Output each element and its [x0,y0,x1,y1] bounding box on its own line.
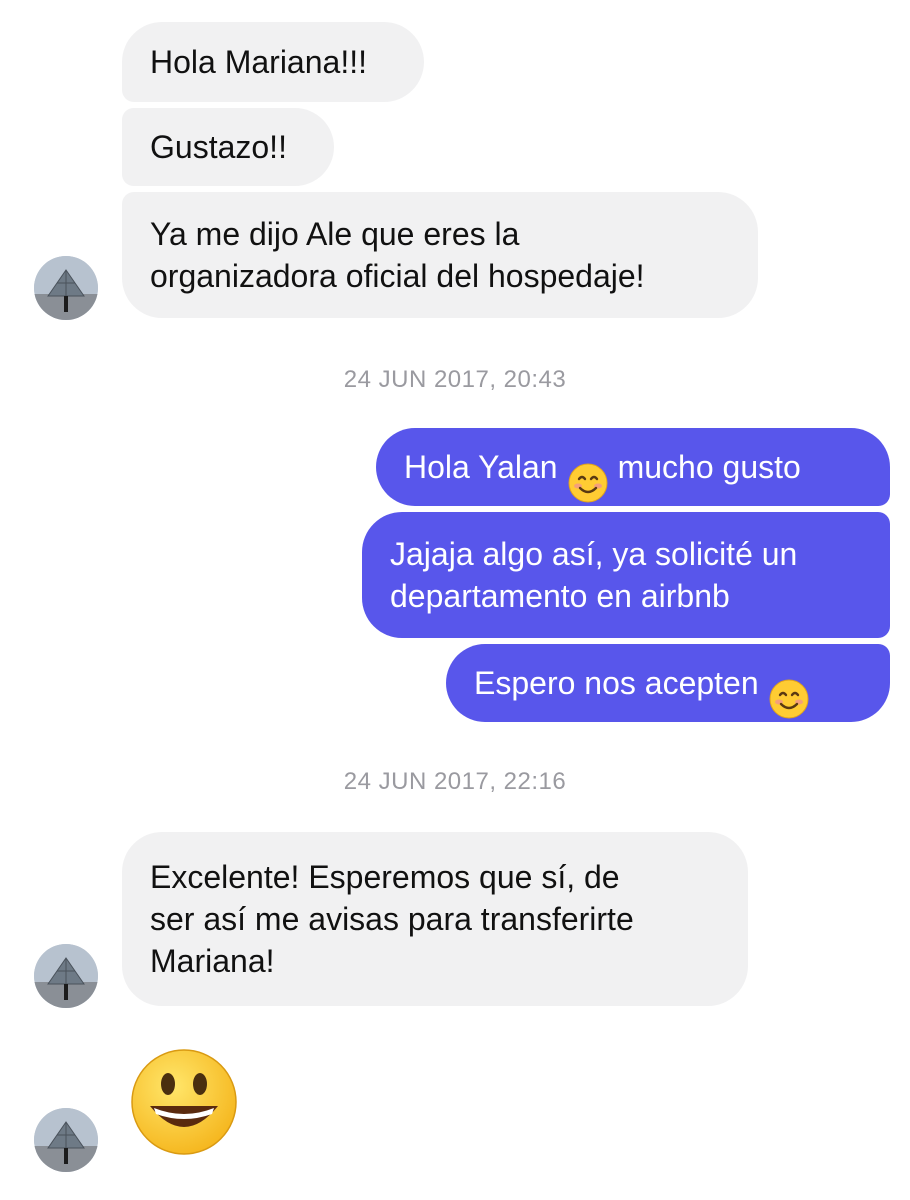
smiling-face-icon [769,637,809,729]
message-bubble-incoming[interactable]: Ya me dijo Ale que eres la organizadora … [122,192,758,318]
message-text: Ya me dijo Ale que eres la organizadora … [150,216,645,294]
message-bubble-outgoing[interactable]: Hola Yalan mucho gusto [376,428,890,506]
timestamp: 24 JUN 2017, 20:43 [343,366,567,393]
message-text: Jajaja algo así, ya solicité un departam… [390,536,798,614]
message-text: Hola Mariana!!! [150,44,367,80]
message-text: Hola Yalan [404,449,558,485]
message-bubble-outgoing[interactable]: Espero nos acepten [446,644,890,722]
avatar[interactable] [34,944,98,1008]
message-text: Excelente! Esperemos que sí, de ser así … [150,859,634,979]
message-text: Gustazo!! [150,129,287,165]
avatar[interactable] [34,1108,98,1172]
message-bubble-outgoing[interactable]: Jajaja algo así, ya solicité un departam… [362,512,890,638]
avatar[interactable] [34,256,98,320]
message-bubble-incoming[interactable]: Hola Mariana!!! [122,22,424,102]
grinning-face-icon[interactable] [130,1048,238,1161]
message-bubble-incoming[interactable]: Excelente! Esperemos que sí, de ser así … [122,832,748,1006]
smiling-face-icon [568,421,608,513]
timestamp: 24 JUN 2017, 22:16 [343,768,567,795]
message-text: Espero nos acepten [474,665,759,701]
message-bubble-incoming[interactable]: Gustazo!! [122,108,334,186]
message-text: mucho gusto [617,449,801,485]
